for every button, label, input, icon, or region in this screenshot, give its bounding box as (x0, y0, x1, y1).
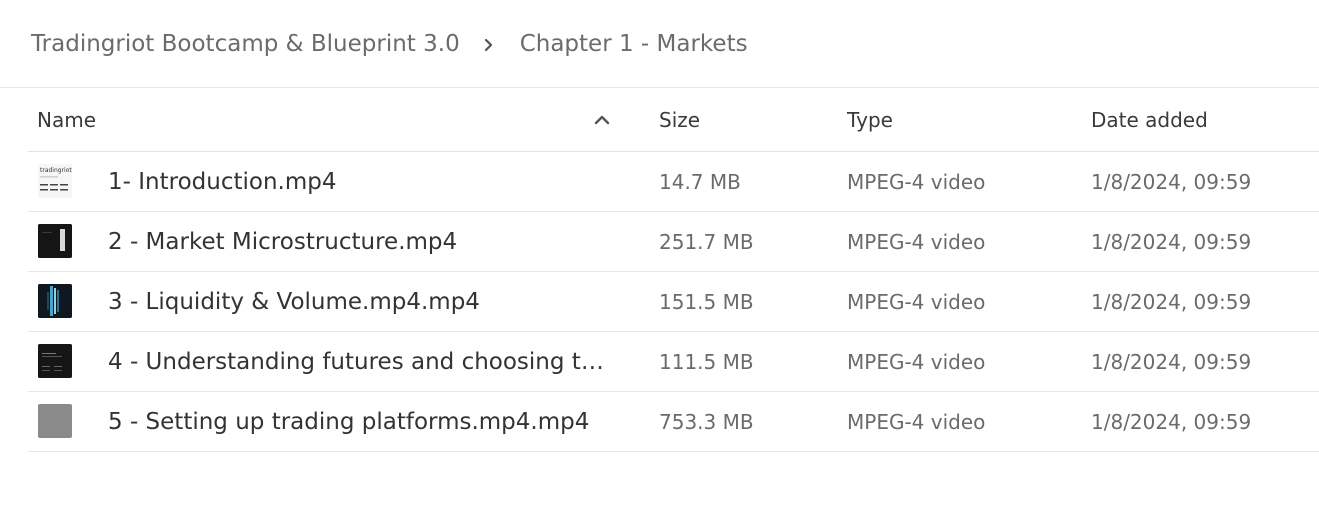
table-row[interactable]: tradingriot 1- Introduction.mp4 14.7 MB … (28, 152, 1319, 212)
breadcrumb: Tradingriot Bootcamp & Blueprint 3.0 Cha… (31, 0, 748, 88)
file-type: MPEG-4 video (847, 289, 986, 314)
video-thumbnail (38, 404, 72, 438)
file-date-added: 1/8/2024, 09:59 (1091, 349, 1252, 374)
breadcrumb-current: Chapter 1 - Markets (519, 31, 748, 57)
file-name[interactable]: 3 - Liquidity & Volume.mp4.mp4 (108, 289, 480, 315)
file-size: 251.7 MB (659, 229, 754, 254)
column-header-size[interactable]: Size (659, 88, 700, 151)
column-header-type[interactable]: Type (847, 88, 893, 151)
file-name[interactable]: 1- Introduction.mp4 (108, 169, 336, 195)
video-thumbnail: tradingriot (38, 164, 72, 198)
table-header: Name Size Type Date added (28, 88, 1319, 152)
file-size: 111.5 MB (659, 349, 754, 374)
table-row[interactable]: 4 - Understanding futures and choosing t… (28, 332, 1319, 392)
file-date-added: 1/8/2024, 09:59 (1091, 229, 1252, 254)
file-type: MPEG-4 video (847, 229, 986, 254)
video-thumbnail (38, 224, 72, 258)
file-table: Name Size Type Date added tradingriot 1-… (28, 88, 1319, 452)
video-thumbnail (38, 284, 72, 318)
video-thumbnail (38, 344, 72, 378)
file-type: MPEG-4 video (847, 169, 986, 194)
file-date-added: 1/8/2024, 09:59 (1091, 289, 1252, 314)
file-date-added: 1/8/2024, 09:59 (1091, 409, 1252, 434)
thumbnail-text: tradingriot (40, 167, 72, 174)
file-name[interactable]: 4 - Understanding futures and choosing t… (108, 349, 618, 375)
column-header-date-added[interactable]: Date added (1091, 88, 1208, 151)
file-name[interactable]: 5 - Setting up trading platforms.mp4.mp4 (108, 409, 589, 435)
chevron-right-icon (484, 39, 494, 51)
chevron-up-icon[interactable] (594, 88, 610, 151)
table-row[interactable]: 2 - Market Microstructure.mp4 251.7 MB M… (28, 212, 1319, 272)
column-header-name[interactable]: Name (37, 88, 96, 151)
breadcrumb-parent-link[interactable]: Tradingriot Bootcamp & Blueprint 3.0 (31, 31, 460, 57)
table-row[interactable]: 5 - Setting up trading platforms.mp4.mp4… (28, 392, 1319, 452)
file-type: MPEG-4 video (847, 349, 986, 374)
file-size: 14.7 MB (659, 169, 741, 194)
file-name[interactable]: 2 - Market Microstructure.mp4 (108, 229, 457, 255)
file-size: 151.5 MB (659, 289, 754, 314)
file-type: MPEG-4 video (847, 409, 986, 434)
table-row[interactable]: 3 - Liquidity & Volume.mp4.mp4 151.5 MB … (28, 272, 1319, 332)
file-size: 753.3 MB (659, 409, 754, 434)
file-date-added: 1/8/2024, 09:59 (1091, 169, 1252, 194)
